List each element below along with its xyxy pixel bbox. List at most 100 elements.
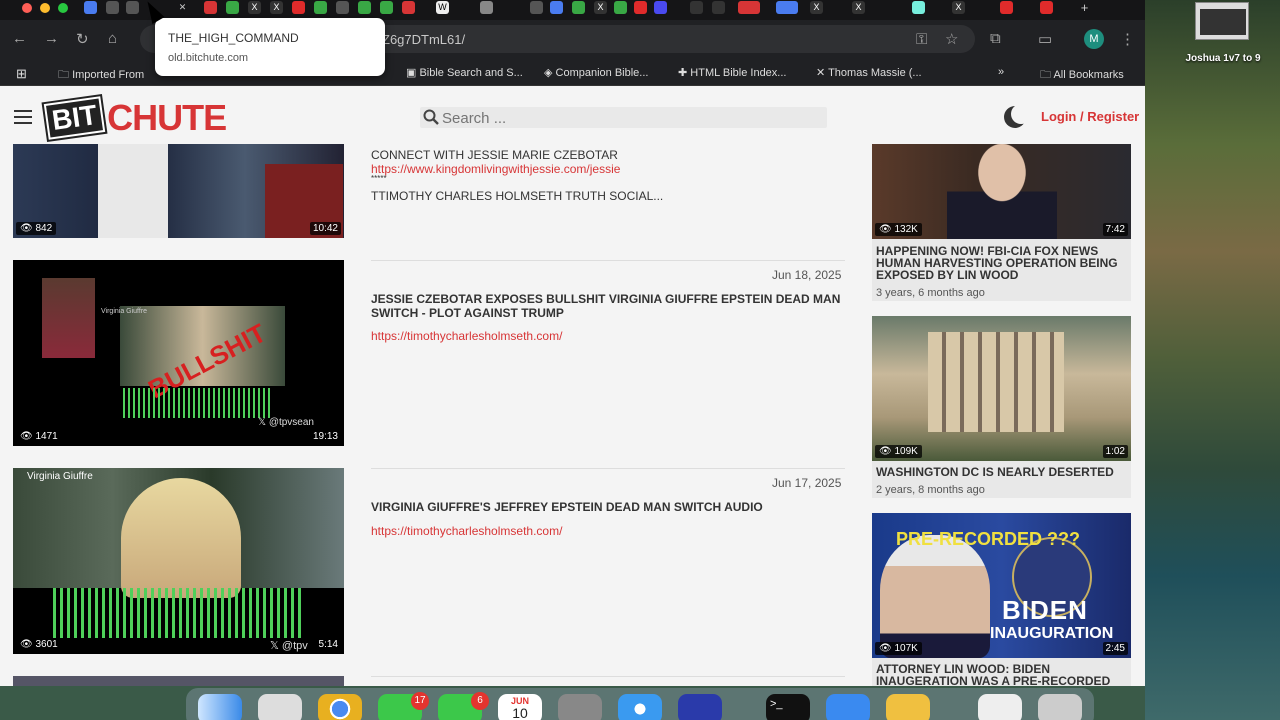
sidebar-video-title[interactable]: ATTORNEY LIN WOOD: BIDEN INAUGERATION WA… [876,663,1130,686]
tab-x-favicon[interactable]: X [270,1,283,14]
tab-x-favicon[interactable]: X [852,1,865,14]
address-bar-url[interactable]: Z6g7DTmL61/ [382,32,465,47]
terminal-icon[interactable]: >_ [766,694,810,720]
tab-favicon[interactable] [1040,1,1053,14]
tab-favicon[interactable] [226,1,239,14]
tab-favicon[interactable] [530,1,543,14]
tab-x-favicon[interactable]: X [248,1,261,14]
close-window-icon[interactable] [22,3,32,13]
tab-x-favicon[interactable]: X [810,1,823,14]
video-thumbnail[interactable] [13,676,344,686]
tab-favicon[interactable] [480,1,493,14]
video-link[interactable]: https://timothycharlesholmseth.com/ [371,329,562,343]
bookmark-bible-search[interactable]: ▣ Bible Search and S... [406,66,523,79]
sidebar-thumbnail[interactable]: PRE-RECORDED ??? BIDEN INAUGURATION 👁 10… [872,513,1131,658]
bitchute-logo[interactable]: BIT CHUTE [43,96,227,140]
trash-icon[interactable] [1038,694,1082,720]
description-line: TTIMOTHY CHARLES HOLMSETH TRUTH SOCIAL..… [371,189,664,203]
tab-favicon[interactable] [358,1,371,14]
bookmark-thomas-massie[interactable]: ✕ Thomas Massie (... [816,66,922,79]
tab-favicon[interactable] [336,1,349,14]
finder-icon[interactable] [198,694,242,720]
tab-favicon[interactable]: W [436,1,449,14]
sidepanel-icon[interactable]: ▭ [1038,30,1052,48]
password-key-icon[interactable]: ⚿ [916,31,927,48]
tab-favicon[interactable] [126,1,139,14]
tips-icon[interactable] [886,694,930,720]
description-link[interactable]: https://www.kingdomlivingwithjessie.com/… [371,162,620,176]
bookmark-all-bookmarks[interactable]: 🗀 All Bookmarks [1040,66,1124,85]
desktop-file-icon[interactable] [1195,2,1249,40]
tab-favicon[interactable] [106,1,119,14]
tab-favicon[interactable] [912,1,925,14]
calendar-icon[interactable]: JUN 10 [498,694,542,720]
tab-favicon[interactable] [634,1,647,14]
launchpad-icon[interactable] [258,694,302,720]
minimize-window-icon[interactable] [40,3,50,13]
app-icon[interactable] [678,694,722,720]
sidebar-video-title[interactable]: HAPPENING NOW! FBI-CIA FOX NEWS HUMAN HA… [876,245,1130,281]
system-settings-icon[interactable] [558,694,602,720]
menu-kebab-icon[interactable]: ⋮ [1120,30,1135,48]
tab-active[interactable] [776,1,798,14]
video-thumbnail[interactable]: Virginia Giuffre 𝕏 @tpv 👁 3601 5:14 [13,468,344,654]
mail-icon[interactable] [826,694,870,720]
tab-favicon[interactable] [380,1,393,14]
video-duration: 19:13 [309,430,341,443]
thumb-name-label: Virginia Giuffre [27,471,93,482]
chrome-icon[interactable] [318,694,362,720]
bookmark-star-icon[interactable]: ☆ [945,30,958,48]
tab-close-icon[interactable]: ✕ [176,1,189,14]
tab-favicon[interactable] [572,1,585,14]
bookmarks-overflow[interactable]: » [998,66,1004,78]
tab-favicon[interactable] [292,1,305,14]
extensions-icon[interactable]: ⧉ [990,30,1001,47]
tooltip-domain: old.bitchute.com [168,52,249,64]
profile-avatar[interactable]: M [1084,29,1104,49]
search-input[interactable] [442,108,822,128]
bookmark-companion-bible[interactable]: ◈ Companion Bible... [544,66,648,79]
tab-favicon[interactable] [550,1,563,14]
sidebar-video-title[interactable]: WASHINGTON DC IS NEARLY DESERTED [876,466,1130,478]
desktop-file-label[interactable]: Joshua 1v7 to 9 [1178,53,1268,64]
video-thumbnail[interactable]: 👁 842 10:42 [13,144,344,238]
tab-favicon[interactable] [712,1,725,14]
reload-icon[interactable]: ↻ [76,30,89,48]
apps-grid-icon[interactable]: ⊞ [16,66,27,82]
tab-favicon[interactable] [654,1,667,14]
video-thumbnail[interactable]: Virginia Giuffre BULLSHIT 𝕏 @tpvsean 👁 1… [13,260,344,446]
bookmark-folder-imported[interactable]: 🗀 Imported From [58,66,144,85]
hamburger-menu-icon[interactable] [14,110,32,124]
video-link[interactable]: https://timothycharlesholmseth.com/ [371,524,562,538]
forward-arrow-icon[interactable]: → [44,30,59,47]
tab-favicon[interactable] [614,1,627,14]
sidebar-video-card[interactable]: PRE-RECORDED ??? BIDEN INAUGURATION 👁 10… [872,513,1131,686]
video-title[interactable]: VIRGINIA GIUFFRE'S JEFFREY EPSTEIN DEAD … [371,500,841,514]
video-title[interactable]: JESSIE CZEBOTAR EXPOSES BULLSHIT VIRGINI… [371,292,841,320]
sidebar-video-card[interactable]: 👁 109K 1:02 WASHINGTON DC IS NEARLY DESE… [872,316,1131,498]
view-count-value: 107K [894,643,918,654]
home-icon[interactable]: ⌂ [108,30,117,47]
login-register-link[interactable]: Login / Register [1041,109,1139,124]
tab-favicon[interactable] [1000,1,1013,14]
tab-favicon[interactable] [690,1,703,14]
safari-icon[interactable] [618,694,662,720]
tab-favicon[interactable] [402,1,415,14]
sidebar-video-card[interactable]: 👁 132K 7:42 HAPPENING NOW! FBI-CIA FOX N… [872,144,1131,301]
tab-favicon[interactable] [84,1,97,14]
tab-x-favicon[interactable]: X [594,1,607,14]
bookmark-html-bible-index[interactable]: ✚ HTML Bible Index... [678,66,786,79]
sidebar-thumbnail[interactable]: 👁 109K 1:02 [872,316,1131,461]
zoom-window-icon[interactable] [58,3,68,13]
tab-x-favicon[interactable]: X [952,1,965,14]
tab-favicon[interactable] [738,1,760,14]
document-icon[interactable] [978,694,1022,720]
new-tab-icon[interactable]: + [1078,1,1091,14]
search-icon[interactable] [423,109,439,125]
video-duration: 7:42 [1102,223,1128,236]
dark-mode-toggle-icon[interactable] [1004,104,1031,128]
tab-favicon[interactable] [314,1,327,14]
back-arrow-icon[interactable]: ← [12,30,27,47]
sidebar-thumbnail[interactable]: 👁 132K 7:42 [872,144,1131,239]
tab-favicon[interactable] [204,1,217,14]
